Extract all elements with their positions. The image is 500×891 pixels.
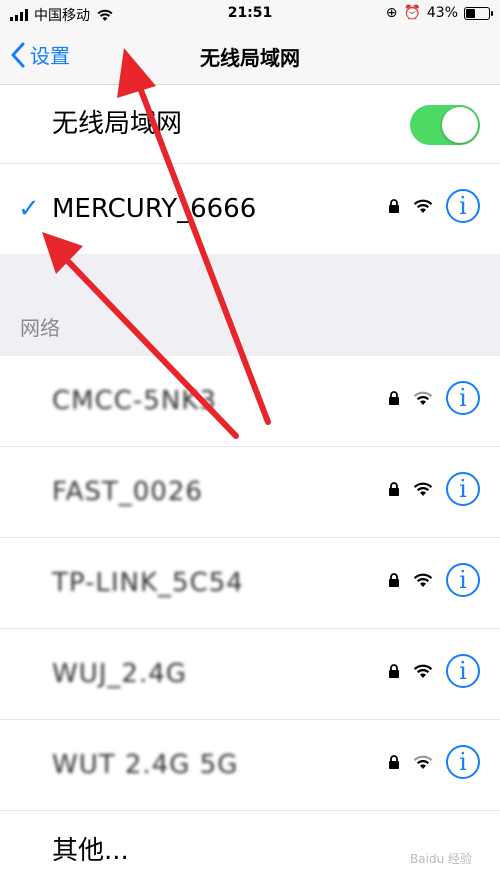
network-icons: i bbox=[388, 654, 480, 688]
info-button[interactable]: i bbox=[446, 745, 480, 779]
lock-icon bbox=[389, 664, 399, 678]
wifi-toggle-label: 无线局域网 bbox=[52, 109, 183, 139]
alarm-icon: ⏰ bbox=[403, 5, 421, 21]
wifi-signal-icon bbox=[413, 482, 433, 496]
battery-percent: 43% bbox=[426, 5, 458, 21]
wifi-signal-icon bbox=[413, 664, 433, 678]
connected-network-name: MERCURY_6666 bbox=[52, 194, 257, 224]
network-name: CMCC-5NK3 bbox=[52, 386, 217, 416]
info-icon: i bbox=[459, 192, 467, 220]
wifi-toggle-switch[interactable] bbox=[410, 105, 480, 145]
network-icons: i bbox=[388, 563, 480, 597]
network-row[interactable]: WUJ_2.4G i bbox=[0, 629, 500, 720]
lock-icon bbox=[389, 199, 399, 213]
info-icon: i bbox=[459, 475, 467, 503]
lock-icon bbox=[389, 755, 399, 769]
info-button[interactable]: i bbox=[446, 381, 480, 415]
info-button[interactable]: i bbox=[446, 189, 480, 223]
available-networks-group: CMCC-5NK3 i FAST_0026 i TP-LINK_5C54 i W… bbox=[0, 356, 500, 891]
info-icon: i bbox=[459, 657, 467, 685]
network-row[interactable]: WUT 2.4G 5G i bbox=[0, 720, 500, 811]
battery-fill bbox=[466, 8, 475, 18]
wifi-signal-icon bbox=[413, 199, 433, 213]
network-name: WUT 2.4G 5G bbox=[52, 750, 239, 780]
info-button[interactable]: i bbox=[446, 654, 480, 688]
network-row[interactable]: TP-LINK_5C54 i bbox=[0, 538, 500, 629]
info-icon: i bbox=[459, 748, 467, 776]
wifi-signal-icon bbox=[413, 755, 433, 769]
checkmark-icon: ✓ bbox=[18, 194, 40, 224]
watermark: Baidu 经验 bbox=[410, 852, 472, 866]
network-row[interactable]: FAST_0026 i bbox=[0, 447, 500, 538]
network-icons: i bbox=[388, 381, 480, 415]
network-icons: i bbox=[388, 189, 480, 223]
info-button[interactable]: i bbox=[446, 472, 480, 506]
other-network-label: 其他... bbox=[52, 836, 129, 866]
network-name: WUJ_2.4G bbox=[52, 659, 187, 689]
wifi-signal-icon bbox=[413, 573, 433, 587]
lock-icon bbox=[389, 391, 399, 405]
info-button[interactable]: i bbox=[446, 563, 480, 597]
info-icon: i bbox=[459, 566, 467, 594]
wifi-signal-icon bbox=[413, 391, 433, 405]
status-bar: 中国移动 21:51 ⊕ ⏰ 43% bbox=[0, 0, 500, 28]
network-row[interactable]: CMCC-5NK3 i bbox=[0, 356, 500, 447]
wifi-toggle-row: 无线局域网 bbox=[0, 85, 500, 164]
status-right: ⊕ ⏰ 43% bbox=[385, 5, 493, 21]
lock-icon bbox=[389, 573, 399, 587]
networks-section-header: 网络 bbox=[20, 316, 60, 340]
network-icons: i bbox=[388, 472, 480, 506]
connected-network-row[interactable]: ✓ MERCURY_6666 i bbox=[0, 164, 500, 254]
info-icon: i bbox=[459, 384, 467, 412]
network-name: TP-LINK_5C54 bbox=[52, 568, 244, 598]
wifi-settings-group: 无线局域网 ✓ MERCURY_6666 i bbox=[0, 85, 500, 254]
network-name: FAST_0026 bbox=[52, 477, 203, 507]
rotation-lock-icon: ⊕ bbox=[385, 5, 398, 21]
page-title: 无线局域网 bbox=[200, 46, 300, 70]
navigation-bar: 设置 无线局域网 bbox=[0, 28, 500, 85]
network-icons: i bbox=[388, 745, 480, 779]
toggle-knob bbox=[442, 107, 478, 143]
lock-icon bbox=[389, 482, 399, 496]
battery-icon bbox=[464, 6, 493, 20]
